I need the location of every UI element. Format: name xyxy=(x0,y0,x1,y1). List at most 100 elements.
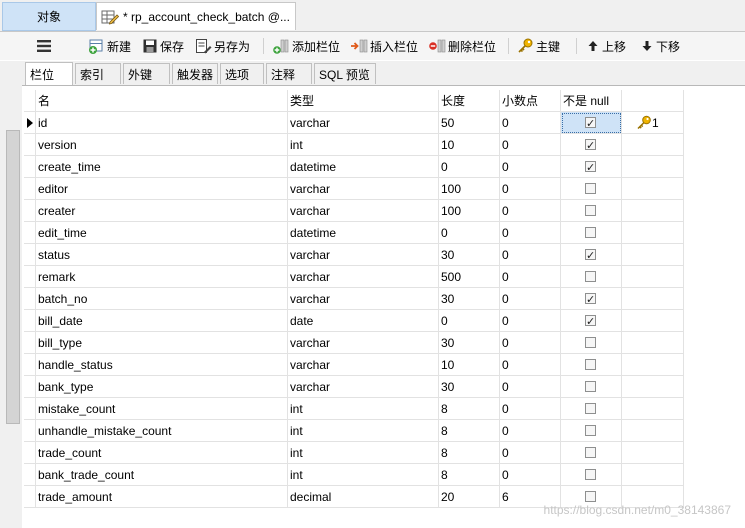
field-name-cell[interactable]: version xyxy=(36,134,288,156)
insert-field-button[interactable]: 插入栏位 xyxy=(350,37,418,55)
field-type-cell[interactable]: decimal xyxy=(288,486,439,508)
field-length-cell[interactable]: 500 xyxy=(439,266,500,288)
menu-button[interactable] xyxy=(36,37,52,55)
field-not-null-cell[interactable] xyxy=(561,112,622,134)
field-type-cell[interactable]: varchar xyxy=(288,376,439,398)
table-row[interactable]: version int 10 0 xyxy=(24,134,684,156)
row-indicator[interactable] xyxy=(24,486,36,508)
field-decimals-cell[interactable]: 0 xyxy=(500,222,561,244)
row-indicator[interactable] xyxy=(24,222,36,244)
subtab-options[interactable]: 选项 xyxy=(220,63,264,84)
field-not-null-cell[interactable] xyxy=(561,200,622,222)
not-null-checkbox[interactable] xyxy=(585,183,596,194)
field-length-cell[interactable]: 100 xyxy=(439,200,500,222)
field-length-cell[interactable]: 10 xyxy=(439,354,500,376)
subtab-fields[interactable]: 栏位 xyxy=(25,62,73,85)
table-row[interactable]: idvarchar500 1 xyxy=(24,112,684,134)
field-decimals-cell[interactable]: 0 xyxy=(500,420,561,442)
field-decimals-cell[interactable]: 0 xyxy=(500,156,561,178)
subtab-sql-preview[interactable]: SQL 预览 xyxy=(314,63,376,84)
field-decimals-cell[interactable]: 0 xyxy=(500,442,561,464)
field-name-cell[interactable]: trade_amount xyxy=(36,486,288,508)
field-not-null-cell[interactable] xyxy=(561,288,622,310)
field-name-cell[interactable]: create_time xyxy=(36,156,288,178)
table-row[interactable]: mistake_count int 8 0 xyxy=(24,398,684,420)
field-not-null-cell[interactable] xyxy=(561,244,622,266)
field-type-cell[interactable]: date xyxy=(288,310,439,332)
field-name-cell[interactable]: mistake_count xyxy=(36,398,288,420)
row-indicator[interactable] xyxy=(24,156,36,178)
table-row[interactable]: handle_status varchar 10 0 xyxy=(24,354,684,376)
not-null-checkbox[interactable] xyxy=(585,157,596,177)
field-name-cell[interactable]: trade_count xyxy=(36,442,288,464)
field-not-null-cell[interactable] xyxy=(561,398,622,420)
field-decimals-cell[interactable]: 0 xyxy=(500,332,561,354)
move-down-button[interactable]: 下移 xyxy=(640,37,680,55)
field-type-cell[interactable]: varchar xyxy=(288,332,439,354)
field-name-cell[interactable]: bank_trade_count xyxy=(36,464,288,486)
field-type-cell[interactable]: datetime xyxy=(288,222,439,244)
field-not-null-cell[interactable] xyxy=(561,354,622,376)
table-row[interactable]: bill_type varchar 30 0 xyxy=(24,332,684,354)
subtab-triggers[interactable]: 触发器 xyxy=(172,63,218,84)
field-decimals-cell[interactable]: 0 xyxy=(500,178,561,200)
table-row[interactable]: trade_count int 8 0 xyxy=(24,442,684,464)
row-indicator[interactable] xyxy=(24,354,36,376)
field-decimals-cell[interactable]: 0 xyxy=(500,244,561,266)
field-decimals-cell[interactable]: 0 xyxy=(500,266,561,288)
row-indicator[interactable] xyxy=(24,244,36,266)
primary-key-button[interactable]: 主键 xyxy=(517,37,560,55)
field-not-null-cell[interactable] xyxy=(561,156,622,178)
row-indicator[interactable] xyxy=(24,464,36,486)
field-length-cell[interactable]: 100 xyxy=(439,178,500,200)
field-not-null-cell[interactable] xyxy=(561,310,622,332)
not-null-checkbox[interactable] xyxy=(585,403,596,414)
row-indicator[interactable] xyxy=(24,178,36,200)
not-null-checkbox[interactable] xyxy=(585,271,596,282)
field-name-cell[interactable]: handle_status xyxy=(36,354,288,376)
save-button[interactable]: 保存 xyxy=(142,37,184,55)
not-null-checkbox[interactable] xyxy=(585,205,596,216)
field-type-cell[interactable]: int xyxy=(288,442,439,464)
field-length-cell[interactable]: 30 xyxy=(439,288,500,310)
not-null-checkbox[interactable] xyxy=(585,227,596,238)
table-row[interactable]: creater varchar 100 0 xyxy=(24,200,684,222)
field-length-cell[interactable]: 30 xyxy=(439,376,500,398)
field-decimals-cell[interactable]: 0 xyxy=(500,200,561,222)
field-not-null-cell[interactable] xyxy=(561,464,622,486)
subtab-indexes[interactable]: 索引 xyxy=(75,63,121,84)
table-row[interactable]: remark varchar 500 0 xyxy=(24,266,684,288)
field-name-cell[interactable]: creater xyxy=(36,200,288,222)
field-decimals-cell[interactable]: 0 xyxy=(500,398,561,420)
add-field-button[interactable]: 添加栏位 xyxy=(272,37,340,55)
field-decimals-cell[interactable]: 0 xyxy=(500,134,561,156)
row-indicator[interactable] xyxy=(24,420,36,442)
field-not-null-cell[interactable] xyxy=(561,442,622,464)
field-type-cell[interactable]: int xyxy=(288,420,439,442)
field-not-null-cell[interactable] xyxy=(561,332,622,354)
tab-objects[interactable]: 对象 xyxy=(2,2,96,31)
table-row[interactable]: batch_no varchar 30 0 xyxy=(24,288,684,310)
field-length-cell[interactable]: 8 xyxy=(439,398,500,420)
tab-table-design[interactable]: * rp_account_check_batch @... xyxy=(96,2,296,30)
field-not-null-cell[interactable] xyxy=(561,376,622,398)
field-not-null-cell[interactable] xyxy=(561,178,622,200)
not-null-checkbox[interactable] xyxy=(585,469,596,480)
table-row[interactable]: bank_trade_count int 8 0 xyxy=(24,464,684,486)
field-name-cell[interactable]: id xyxy=(36,112,288,134)
field-type-cell[interactable]: varchar xyxy=(288,354,439,376)
header-length[interactable]: 长度 xyxy=(439,90,500,112)
field-name-cell[interactable]: edit_time xyxy=(36,222,288,244)
subtab-foreign-keys[interactable]: 外键 xyxy=(123,63,170,84)
field-type-cell[interactable]: varchar xyxy=(288,112,439,134)
not-null-checkbox[interactable] xyxy=(585,245,596,265)
field-name-cell[interactable]: remark xyxy=(36,266,288,288)
field-decimals-cell[interactable]: 0 xyxy=(500,464,561,486)
field-length-cell[interactable]: 10 xyxy=(439,134,500,156)
field-name-cell[interactable]: bill_type xyxy=(36,332,288,354)
delete-field-button[interactable]: 删除栏位 xyxy=(428,37,496,55)
field-not-null-cell[interactable] xyxy=(561,222,622,244)
field-length-cell[interactable]: 50 xyxy=(439,112,500,134)
save-as-button[interactable]: 另存为 xyxy=(195,37,250,55)
field-not-null-cell[interactable] xyxy=(561,134,622,156)
